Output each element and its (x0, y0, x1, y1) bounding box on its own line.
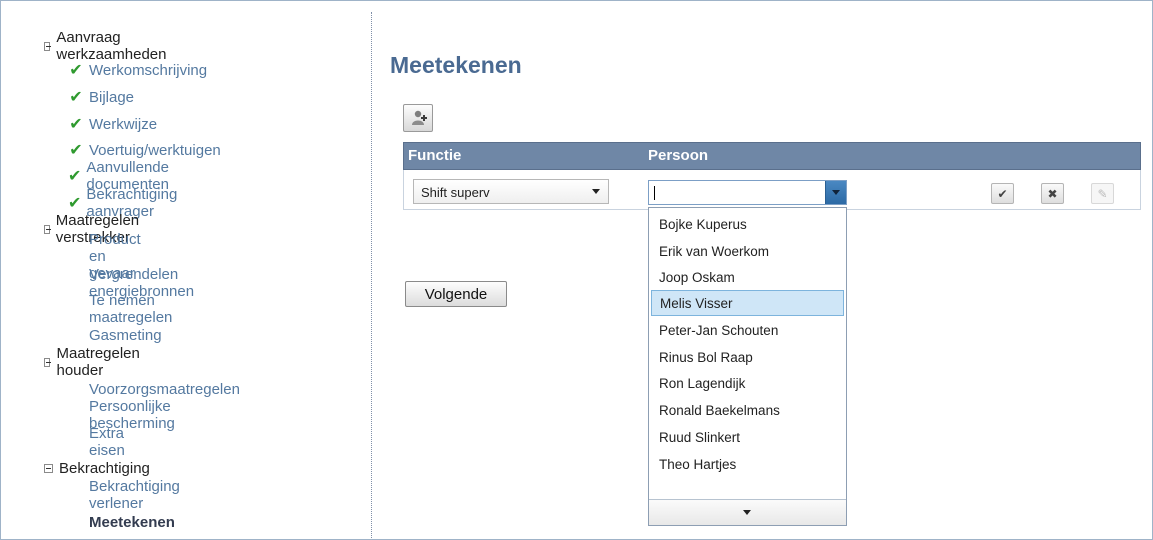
sidebar-item-voorzorgsmaatregelen[interactable]: Voorzorgsmaatregelen (89, 378, 240, 400)
check-icon: ✔ (69, 89, 83, 106)
collapse-icon[interactable] (44, 463, 53, 473)
sidebar-item-persoonlijke-bescherming[interactable]: Persoonlijke bescherming (89, 398, 175, 432)
column-header-functie[interactable]: Functie (408, 147, 461, 164)
sidebar-item-label: Gasmeting (89, 326, 162, 344)
section-bekrachtiging[interactable]: Bekrachtiging (44, 457, 150, 479)
list-item[interactable]: Peter-Jan Schouten (649, 317, 846, 343)
page-title: Meetekenen (390, 52, 522, 78)
sidebar-item-label: Bijlage (89, 88, 135, 106)
section-label: Maatregelen houder (56, 345, 140, 379)
collapse-icon[interactable] (44, 41, 52, 51)
add-person-button[interactable] (403, 104, 433, 132)
sidebar-item-label: Voertuig/werktuigen (89, 141, 221, 159)
confirm-button[interactable]: ✔ (991, 183, 1014, 204)
section-label: Bekrachtiging (59, 459, 150, 477)
sidebar-item-voertuig-werktuigen[interactable]: ✔ Voertuig/werktuigen (68, 139, 221, 161)
sidebar-item-label: Voorzorgsmaatregelen (89, 380, 240, 398)
functie-select[interactable]: Shift superv (413, 179, 609, 204)
sidebar-item-label: Werkomschrijving (89, 61, 208, 79)
check-icon: ✔ (69, 116, 83, 133)
list-item[interactable]: Ron Lagendijk (649, 370, 846, 396)
delete-icon: ✖ (1047, 186, 1058, 201)
check-icon: ✔ (69, 142, 83, 159)
sidebar-item-werkomschrijving[interactable]: ✔ Werkomschrijving (68, 59, 207, 81)
section-aanvraag-werkzaamheden[interactable]: Aanvraag werkzaamheden (44, 29, 169, 63)
sidebar-item-product-en-gevaar[interactable]: Product en gevaar (89, 231, 141, 282)
functie-value: Shift superv (421, 185, 490, 200)
list-item[interactable]: Theo Hartjes (649, 451, 846, 477)
scroll-down-button[interactable] (649, 499, 846, 525)
sidebar-item-gasmeting[interactable]: Gasmeting (89, 324, 162, 346)
persoon-dropdown-list: Bojke Kuperus Erik van Woerkom Joop Oska… (648, 207, 847, 526)
sidebar-item-label: Extra eisen (89, 425, 125, 459)
edit-icon: ✎ (1097, 186, 1108, 201)
section-maatregelen-houder[interactable]: Maatregelen houder (44, 345, 142, 379)
sidebar-item-bekrachtiging-aanvrager[interactable]: ✔ Bekrachtiging aanvrager (68, 186, 180, 220)
sidebar-item-aanvullende-documenten[interactable]: ✔ Aanvullende documenten (68, 159, 172, 193)
edit-button[interactable]: ✎ (1091, 183, 1114, 204)
sidebar-item-label: Bekrachtiging verlener (89, 478, 180, 512)
check-icon: ✔ (69, 62, 83, 79)
list-item[interactable]: Bojke Kuperus (649, 211, 846, 237)
sidebar-item-label: Meetekenen (89, 513, 175, 531)
check-icon: ✔ (68, 195, 82, 212)
check-icon: ✔ (68, 168, 82, 185)
sidebar-item-meetekenen[interactable]: Meetekenen (89, 511, 175, 533)
sidebar-item-extra-eisen[interactable]: Extra eisen (89, 425, 125, 459)
column-header-persoon[interactable]: Persoon (648, 147, 708, 164)
sidebar-item-vergrendelen-energiebronnen[interactable]: Vergrendelen energiebronnen (89, 266, 194, 300)
list-item[interactable]: Ronald Baekelmans (649, 397, 846, 423)
delete-button[interactable]: ✖ (1041, 183, 1064, 204)
chevron-down-icon (592, 189, 600, 194)
section-label: Aanvraag werkzaamheden (56, 29, 167, 63)
sidebar-item-bijlage[interactable]: ✔ Bijlage (68, 86, 134, 108)
pane-divider (371, 12, 372, 538)
list-item[interactable]: Erik van Woerkom (649, 238, 846, 264)
collapse-icon[interactable] (44, 357, 52, 367)
collapse-icon[interactable] (44, 224, 51, 234)
sidebar-item-te-nemen-maatregelen[interactable]: Te nemen maatregelen (89, 292, 172, 326)
list-item[interactable]: Ruud Slinkert (649, 424, 846, 450)
sidebar-item-label: Te nemen maatregelen (89, 292, 173, 326)
sidebar-item-label: Werkwijze (89, 115, 158, 133)
sidebar-item-werkwijze[interactable]: ✔ Werkwijze (68, 113, 157, 135)
dropdown-toggle-button[interactable] (825, 181, 846, 204)
sidebar-item-bekrachtiging-verlener[interactable]: Bekrachtiging verlener (89, 478, 180, 512)
next-button[interactable]: Volgende (405, 281, 507, 307)
confirm-icon: ✔ (997, 186, 1008, 201)
list-item[interactable]: Rinus Bol Raap (649, 344, 846, 370)
list-item-highlighted[interactable]: Melis Visser (651, 290, 844, 316)
persoon-combobox[interactable] (648, 180, 847, 205)
list-item[interactable]: Joop Oskam (649, 264, 846, 290)
text-caret (654, 186, 655, 200)
grid-header: Functie Persoon (403, 142, 1141, 170)
add-person-icon (412, 110, 427, 125)
